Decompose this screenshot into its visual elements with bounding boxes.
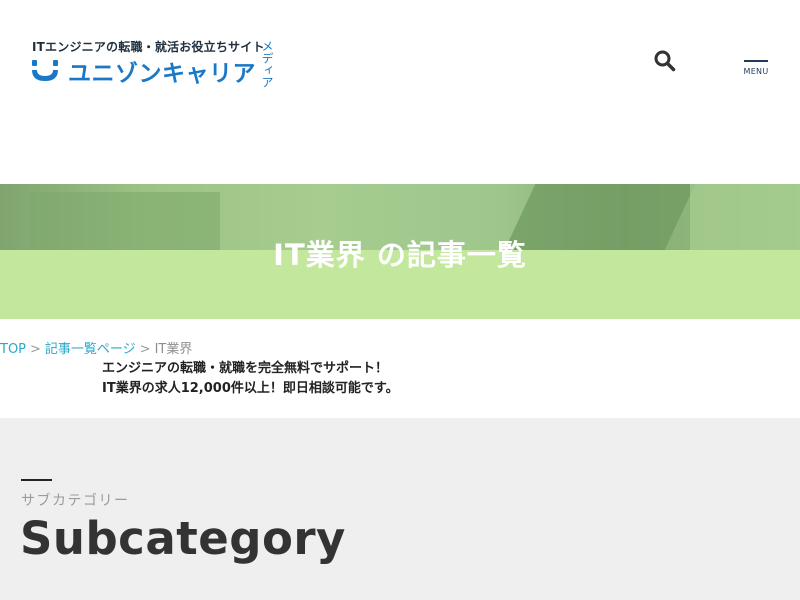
search-button[interactable] bbox=[652, 48, 678, 74]
logo-media-label: メディア bbox=[260, 40, 274, 88]
promo-line-1: エンジニアの転職・就職を完全無料でサポート！ bbox=[102, 361, 389, 376]
breadcrumb-link-top[interactable]: TOP bbox=[0, 342, 26, 357]
search-icon bbox=[654, 50, 676, 72]
breadcrumb-separator: > bbox=[139, 342, 151, 357]
subcategory-heading: Subcategory bbox=[20, 512, 346, 565]
menu-button[interactable]: MENU bbox=[738, 54, 774, 82]
hero-banner: IT業界 の記事一覧 bbox=[0, 184, 800, 319]
menu-icon bbox=[744, 60, 768, 62]
promo-line-2: IT業界の求人12,000件以上！即日相談可能です。 bbox=[102, 381, 399, 396]
promo-text: エンジニアの転職・就職を完全無料でサポート！ IT業界の求人12,000件以上！… bbox=[102, 359, 399, 399]
logo-tagline: ITエンジニアの転職・就活お役立ちサイト bbox=[32, 40, 265, 54]
subcategory-kana: サブカテゴリー bbox=[21, 493, 130, 509]
logo-site-name: ユニゾンキャリア bbox=[68, 61, 256, 87]
page-title: IT業界 の記事一覧 bbox=[273, 238, 527, 272]
site-logo[interactable]: ITエンジニアの転職・就活お役立ちサイト ユニゾンキャリア メディア bbox=[28, 38, 278, 88]
site-header: ITエンジニアの転職・就活お役立ちサイト ユニゾンキャリア メディア MENU bbox=[0, 0, 800, 184]
breadcrumb: TOP > 記事一覧ページ > IT業界 bbox=[0, 338, 192, 357]
logo-mark-icon bbox=[32, 60, 58, 81]
subcategory-section: サブカテゴリー Subcategory bbox=[0, 418, 800, 600]
breadcrumb-current: IT業界 bbox=[154, 342, 193, 357]
breadcrumb-link-articles[interactable]: 記事一覧ページ bbox=[45, 342, 136, 357]
breadcrumb-separator: > bbox=[30, 342, 41, 357]
section-divider bbox=[21, 479, 52, 481]
menu-label: MENU bbox=[743, 67, 769, 76]
